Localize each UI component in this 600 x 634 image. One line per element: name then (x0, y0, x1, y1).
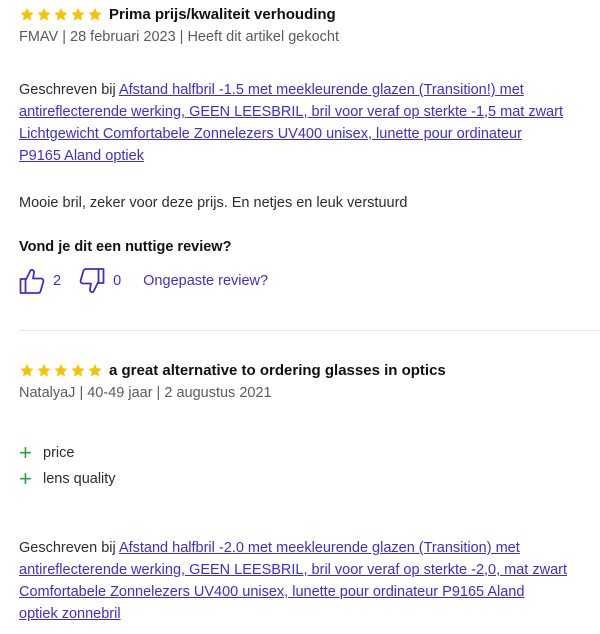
written-prefix: Geschreven bij (19, 540, 116, 556)
star-icon (19, 7, 35, 22)
star-icon (53, 7, 69, 22)
review-title-row: Prima prijs/kwaliteit verhouding (19, 2, 600, 26)
thumbs-down-icon[interactable] (79, 267, 105, 295)
review-body: Mooie bril, zeker voor deze prijs. En ne… (19, 195, 408, 211)
star-icon (53, 363, 69, 378)
vote-row: 2 0 Ongepaste review? (19, 267, 600, 295)
star-icon (87, 363, 103, 378)
plus-icon: + (19, 466, 32, 491)
divider (19, 330, 600, 331)
star-icon (36, 363, 52, 378)
star-icon (36, 7, 52, 22)
review-card: a great alternative to ordering glasses … (19, 358, 600, 625)
review-meta: FMAV | 28 februari 2023 | Heeft dit arti… (19, 29, 339, 45)
written-prefix: Geschreven bij (19, 82, 116, 98)
star-icon (70, 363, 86, 378)
pro-item: + lens quality (19, 466, 600, 492)
written-for: Geschreven bij Afstand halfbril -2.0 met… (19, 537, 600, 625)
plus-icon: + (19, 440, 32, 465)
review-title-row: a great alternative to ordering glasses … (19, 358, 600, 382)
review-card: Prima prijs/kwaliteit verhouding FMAV | … (19, 2, 600, 295)
star-icon (87, 7, 103, 22)
pros-list: + price + lens quality (19, 440, 600, 492)
thumbs-down-count: 0 (113, 273, 122, 289)
star-icon (19, 363, 35, 378)
thumbs-up-count: 2 (53, 273, 62, 289)
review-title: a great alternative to ordering glasses … (109, 361, 446, 379)
star-icon (70, 7, 86, 22)
report-review-link[interactable]: Ongepaste review? (143, 273, 268, 289)
star-rating (19, 363, 103, 378)
pro-item: + price (19, 440, 600, 466)
pro-label: price (43, 445, 75, 461)
star-rating (19, 7, 103, 22)
review-title: Prima prijs/kwaliteit verhouding (109, 5, 336, 23)
review-meta: NatalyaJ | 40-49 jaar | 2 augustus 2021 (19, 385, 272, 401)
reviews-page: Prima prijs/kwaliteit verhouding FMAV | … (0, 0, 600, 634)
thumbs-up-icon[interactable] (19, 267, 45, 295)
pro-label: lens quality (43, 471, 116, 487)
helpful-question: Vond je dit een nuttige review? (19, 239, 232, 255)
written-for: Geschreven bij Afstand halfbril -1.5 met… (19, 79, 600, 167)
